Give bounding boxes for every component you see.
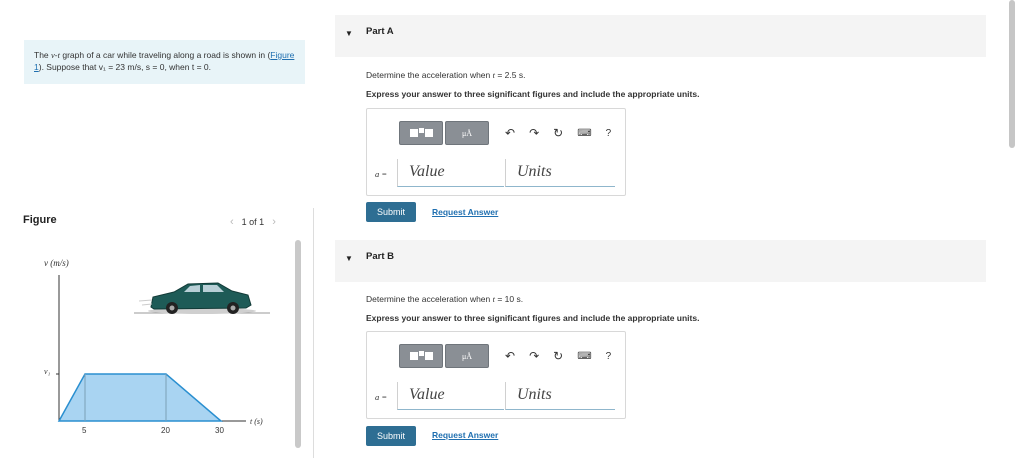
part-a-label: a = [375, 169, 388, 179]
redo-icon[interactable]: ↷ [529, 126, 539, 140]
reset-icon[interactable]: ↻ [553, 349, 563, 363]
vt-graph: v (m/s) t (s) v₁ 5 20 30 [44, 258, 270, 435]
help-icon[interactable]: ? [606, 351, 612, 362]
chevron-right-icon[interactable]: › [272, 216, 276, 228]
units-placeholder: Units [517, 386, 552, 403]
y-axis-label: v (m/s) [44, 258, 69, 268]
part-b-question: Determine the acceleration when t = 10 s… [366, 294, 523, 304]
part-a-answer-box: μÅ ↶ ↷ ↻ ⌨ ? a = Value Units [366, 108, 626, 196]
problem-intro: The v-t graph of a car while traveling a… [24, 40, 305, 84]
part-b-request-answer-link[interactable]: Request Answer [432, 430, 498, 440]
undo-icon[interactable]: ↶ [505, 349, 515, 363]
value-placeholder: Value [409, 386, 445, 403]
figure-divider [313, 208, 314, 458]
part-b-units-field[interactable]: Units [505, 382, 615, 410]
part-b-question-value: = 10 s. [495, 294, 524, 304]
car-illustration [134, 282, 270, 314]
part-b-instruction: Express your answer to three significant… [366, 313, 700, 323]
part-a-value-field[interactable]: Value [397, 159, 504, 187]
part-b-value-field[interactable]: Value [397, 382, 504, 410]
pager-count: 1 of 1 [241, 217, 265, 227]
figure-pager: ‹ 1 of 1 › [230, 216, 276, 228]
chevron-left-icon[interactable]: ‹ [230, 216, 234, 228]
templates-icon[interactable] [399, 121, 443, 145]
x-tick-20: 20 [161, 426, 170, 435]
part-a-question: Determine the acceleration when t = 2.5 … [366, 70, 525, 80]
keyboard-icon[interactable]: ⌨ [577, 351, 591, 362]
value-placeholder: Value [409, 163, 445, 180]
collapse-triangle-icon[interactable]: ▼ [345, 254, 353, 263]
part-a-question-value: = 2.5 s. [495, 70, 526, 80]
part-b-question-text: Determine the acceleration when [366, 294, 493, 304]
figure-image: v (m/s) t (s) v₁ 5 20 30 [24, 237, 302, 458]
part-a-submit-button[interactable]: Submit [366, 202, 416, 222]
part-b-toolbar: μÅ ↶ ↷ ↻ ⌨ ? [399, 344, 611, 368]
part-a-toolbar: μÅ ↶ ↷ ↻ ⌨ ? [399, 121, 611, 145]
units-icon[interactable]: μÅ [445, 344, 489, 368]
part-a-instruction: Express your answer to three significant… [366, 89, 700, 99]
undo-icon[interactable]: ↶ [505, 126, 515, 140]
part-b-answer-box: μÅ ↶ ↷ ↻ ⌨ ? a = Value Units [366, 331, 626, 419]
velocity-area [57, 373, 224, 422]
redo-icon[interactable]: ↷ [529, 349, 539, 363]
part-a-request-answer-link[interactable]: Request Answer [432, 207, 498, 217]
part-a-units-field[interactable]: Units [505, 159, 615, 187]
intro-condition: v₁ = 23 m/s, s = 0, when t = 0. [98, 62, 211, 72]
intro-text-suffix: ). Suppose that [38, 62, 99, 72]
x-tick-5: 5 [82, 426, 87, 435]
reset-icon[interactable]: ↻ [553, 126, 563, 140]
figure-title: Figure [23, 214, 57, 226]
part-a-title: Part A [366, 26, 394, 37]
keyboard-icon[interactable]: ⌨ [577, 128, 591, 139]
part-b-header[interactable]: ▼ Part B [335, 240, 986, 282]
templates-icon[interactable] [399, 344, 443, 368]
collapse-triangle-icon[interactable]: ▼ [345, 29, 353, 38]
units-icon[interactable]: μÅ [445, 121, 489, 145]
intro-text-mid: graph of a car while traveling along a r… [60, 50, 271, 60]
help-icon[interactable]: ? [606, 128, 612, 139]
part-a-header[interactable]: ▼ Part A [335, 15, 986, 57]
x-tick-30: 30 [215, 426, 224, 435]
x-axis-label: t (s) [250, 417, 263, 426]
figure-scrollbar[interactable] [295, 240, 301, 448]
part-b-title: Part B [366, 251, 394, 262]
part-b-label: a = [375, 392, 388, 402]
v1-label: v₁ [44, 367, 51, 376]
part-a-question-text: Determine the acceleration when [366, 70, 493, 80]
units-placeholder: Units [517, 163, 552, 180]
main-scrollbar[interactable] [1009, 0, 1015, 148]
part-b-submit-button[interactable]: Submit [366, 426, 416, 446]
intro-text: The [34, 50, 52, 60]
